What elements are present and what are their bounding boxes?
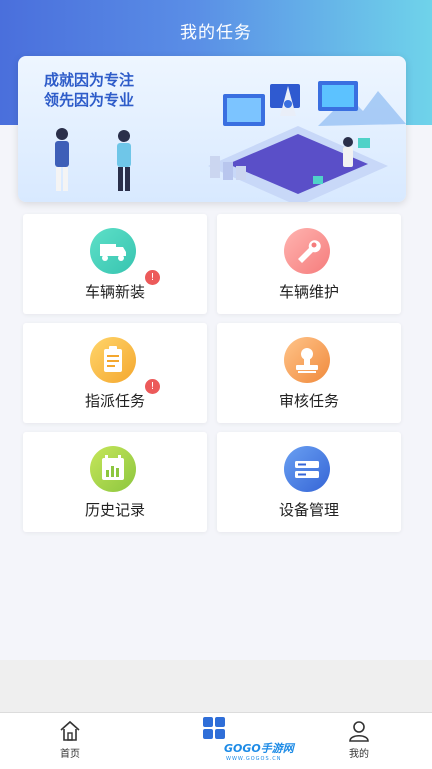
watermark-sub: WWW.GOGOS.CN (226, 756, 282, 762)
clipboard-icon (90, 337, 136, 383)
banner[interactable]: 成就因为专注 领先因为专业 (18, 56, 406, 202)
card-device-management[interactable]: 设备管理 (217, 432, 401, 532)
stamp-icon (284, 337, 330, 383)
card-history[interactable]: 历史记录 (23, 432, 207, 532)
card-review-task[interactable]: 审核任务 (217, 323, 401, 423)
card-label: 设备管理 (278, 501, 339, 519)
home-icon (60, 720, 80, 741)
card-label: 历史记录 (84, 501, 145, 519)
calendar-chart-icon (90, 446, 136, 492)
banner-slogan: 成就因为专注 领先因为专业 (44, 70, 134, 110)
server-icon (284, 446, 330, 492)
watermark-text: GOGO手游网 (224, 742, 294, 755)
card-vehicle-maintenance[interactable]: 车辆维护 (217, 214, 401, 314)
card-label: 车辆维护 (278, 283, 339, 301)
banner-slogan-line2: 领先因为专业 (44, 91, 135, 109)
card-label: 审核任务 (278, 392, 339, 410)
card-assign-task[interactable]: ! 指派任务 (23, 323, 207, 423)
tab-mine[interactable]: 我的 (329, 717, 389, 765)
page-title: 我的任务 (180, 23, 252, 43)
tab-mine-label: 我的 (349, 749, 369, 760)
card-label: 车辆新装 (84, 283, 145, 301)
tab-home[interactable]: 首页 (40, 717, 100, 765)
banner-slogan-line1: 成就因为专注 (44, 71, 135, 89)
card-vehicle-install[interactable]: ! 车辆新装 (23, 214, 207, 314)
wrench-icon (284, 228, 330, 274)
truck-icon (90, 228, 136, 274)
bottom-spacer (0, 660, 432, 712)
card-label: 指派任务 (84, 392, 145, 410)
tab-home-label: 首页 (60, 749, 80, 760)
user-icon (349, 721, 369, 742)
watermark-logo: GOGO手游网 WWW.GOGOS.CN (198, 716, 298, 764)
